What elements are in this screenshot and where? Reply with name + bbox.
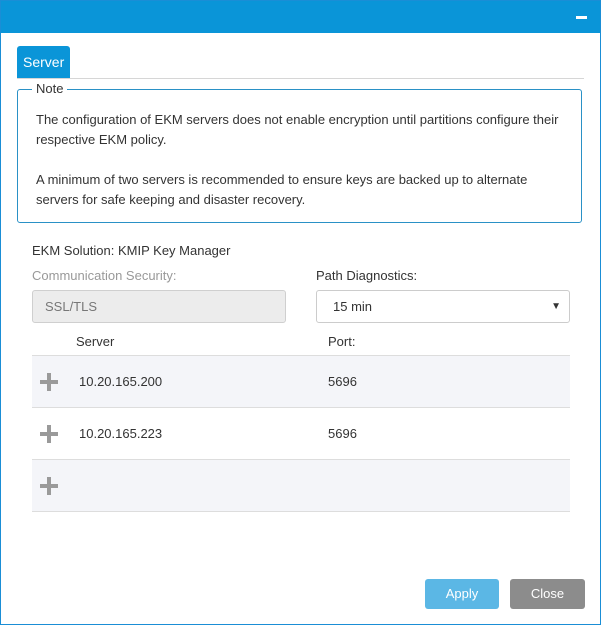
server-address: 10.20.165.200 (79, 374, 163, 389)
note-panel: Note The configuration of EKM servers do… (17, 81, 582, 223)
server-port: 5696 (328, 426, 357, 441)
ekm-solution-label: EKM Solution: KMIP Key Manager (32, 243, 231, 258)
communication-security-label: Communication Security: (32, 268, 177, 283)
plus-icon[interactable] (40, 373, 58, 391)
column-header-port: Port: (328, 334, 356, 349)
minimize-icon[interactable] (574, 11, 590, 23)
path-diagnostics-value: 15 min (333, 299, 373, 314)
path-diagnostics-label: Path Diagnostics: (316, 268, 418, 283)
server-address: 10.20.165.223 (79, 426, 163, 441)
caret-down-icon: ▼ (551, 301, 561, 312)
table-row: 10.20.165.223 5696 (32, 408, 570, 460)
table-row: 10.20.165.200 5696 (32, 356, 570, 408)
path-diagnostics-select[interactable]: 15 min ▼ (316, 290, 570, 323)
server-port: 5696 (328, 374, 357, 389)
ekm-server-dialog: Server Note The configuration of EKM ser… (0, 0, 601, 625)
note-paragraph-1: The configuration of EKM servers does no… (36, 112, 559, 147)
note-legend: Note (32, 81, 68, 97)
apply-button[interactable]: Apply (425, 579, 499, 609)
tab-server[interactable]: Server (17, 46, 71, 78)
plus-icon[interactable] (40, 477, 58, 495)
note-paragraph-2: A minimum of two servers is recommended … (36, 172, 528, 207)
table-row (32, 460, 570, 512)
column-header-server: Server (76, 334, 115, 349)
communication-security-field: SSL/TLS (32, 290, 286, 323)
plus-icon[interactable] (40, 425, 58, 443)
server-table: 10.20.165.200 5696 10.20.165.223 5696 (32, 355, 570, 512)
tab-strip: Server (17, 46, 584, 79)
close-button[interactable]: Close (510, 579, 585, 609)
dialog-titlebar (1, 1, 600, 33)
